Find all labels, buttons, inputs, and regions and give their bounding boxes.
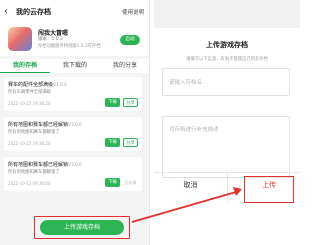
save-title-text: 所有地图和赛车都已经解锁 [8,122,69,128]
game-description: 存档功能服务特别版1.0.3可存档 [38,44,101,49]
tab-my-saves[interactable]: 我的存档 [0,59,50,73]
save-version: V1.0.0 [68,163,82,168]
download-button[interactable]: 下载 [105,98,120,107]
highlight-box [34,216,130,239]
highlight-box [244,176,294,203]
save-description: 所有的地图和赛车都解锁了 [8,170,60,175]
save-date: 2021-10-22 19:30:20 [8,141,51,146]
save-list-item: 赛车的配件全部满级V1.0.0 所有车辆零件全部满级 2021-10-22 19… [4,77,142,111]
game-card: 闯我大冒嗯 版本：1.0.3 存档功能服务特别版1.0.3可存档 启动 [0,24,149,56]
save-title: 所有地图和赛车都已经解锁V1.0.0 [8,161,82,168]
launch-button[interactable]: 启动 [120,35,140,45]
save-title-text: 赛车的配件全部满级 [8,82,54,88]
save-description: 所有车辆零件全部满级 [8,90,51,95]
dialog-hint: 请填写以下信息，有利于管理自己的云存档 [186,57,268,62]
tab-my-downloads[interactable]: 我下载的 [50,59,100,73]
save-date: 2021-10-12 09:30:00 [8,181,51,186]
save-date: 2021-10-22 19:30:20 [8,101,51,106]
save-description: 所有的地图和赛车都解锁了 [8,130,60,135]
save-title: 赛车的配件全部满级V1.0.0 [8,81,67,88]
tab-my-shares[interactable]: 我的分享 [100,59,149,73]
share-button[interactable]: 分享 [123,98,138,107]
upload-dialog: 上传游戏存档 请填写以下信息，有利于管理自己的云存档 请输入存档名 对存档进行补… [154,0,300,245]
save-name-input[interactable]: 请输入存档名 [162,68,290,96]
save-version: V1.0.0 [68,123,82,128]
dialog-title: 上传游戏存档 [206,41,248,49]
save-list-item: 所有地图和赛车都已经解锁V1.0.0 所有的地图和赛车都解锁了 2021-10-… [4,117,142,151]
back-arrow-icon[interactable]: ‹ [4,0,14,24]
save-description-input[interactable]: 对存档进行补充描述 [162,116,290,178]
cloud-save-screen: ‹ 我的云存档 使用说明 闯我大冒嗯 版本：1.0.3 存档功能服务特别版1.0… [0,0,150,245]
dim-overlay [154,0,300,28]
help-link[interactable]: 使用说明 [122,8,144,16]
game-version: 版本：1.0.3 [38,37,63,42]
top-bar: ‹ 我的云存档 使用说明 [0,0,149,24]
save-tabs: 我的存档 我下载的 我的分享 [0,59,149,73]
save-version: V1.0.0 [53,83,67,88]
save-title: 所有地图和赛车都已经解锁V1.0.0 [8,121,82,128]
cancel-button[interactable]: 取消 [154,180,227,190]
game-icon [8,27,32,51]
share-button[interactable]: 分享 [123,138,138,147]
shared-status: 已分享 [124,180,137,185]
page-title: 我的云存档 [16,8,51,16]
save-title-text: 所有地图和赛车都已经解锁 [8,162,69,168]
save-name-placeholder: 请输入存档名 [169,80,203,86]
download-button[interactable]: 下载 [105,178,120,187]
divider [227,173,228,203]
save-description-placeholder: 对存档进行补充描述 [169,127,219,133]
save-list-item: 所有地图和赛车都已经解锁V1.0.0 所有的地图和赛车都解锁了 2021-10-… [4,157,142,191]
download-button[interactable]: 下载 [105,138,120,147]
